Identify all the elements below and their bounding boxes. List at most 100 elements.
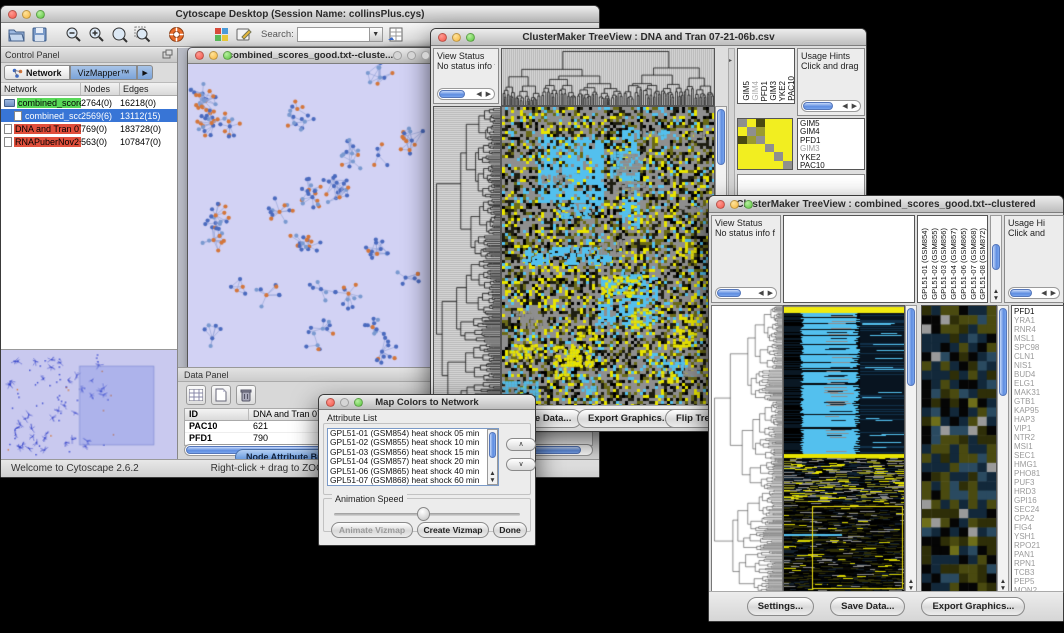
- delete-attribute-icon[interactable]: [236, 385, 256, 405]
- window-controls[interactable]: [8, 10, 45, 19]
- zoom-window-icon[interactable]: [36, 10, 45, 19]
- matrix-cell[interactable]: [747, 127, 756, 135]
- tab-overflow-arrow[interactable]: ▶: [137, 65, 152, 80]
- dialog-button-done[interactable]: Done: [493, 522, 527, 538]
- dialog-button-create-vizmap[interactable]: Create Vizmap: [417, 522, 489, 538]
- scroll-arrows-icon[interactable]: ◀ ▶: [758, 289, 776, 297]
- tv1-column-dendrogram[interactable]: [501, 48, 715, 106]
- birds-eye-view[interactable]: [1, 350, 177, 459]
- matrix-cell[interactable]: [738, 119, 747, 127]
- tv2-row-dendrogram[interactable]: [711, 305, 783, 593]
- close-icon[interactable]: [326, 398, 335, 407]
- matrix-cell[interactable]: [738, 136, 747, 144]
- matrix-cell[interactable]: [765, 136, 774, 144]
- matrix-cell[interactable]: [783, 136, 792, 144]
- matrix-cell[interactable]: [738, 161, 747, 169]
- main-titlebar[interactable]: Cytoscape Desktop (Session Name: collins…: [1, 6, 599, 23]
- import-table-icon[interactable]: [386, 25, 406, 45]
- save-icon[interactable]: [29, 25, 49, 45]
- matrix-cell[interactable]: [756, 144, 765, 152]
- minimize-icon[interactable]: [452, 33, 461, 42]
- attribute-list-item[interactable]: GPL51-07 (GSM868) heat shock 60 min: [328, 476, 498, 485]
- close-icon[interactable]: [438, 33, 447, 42]
- matrix-cell[interactable]: [738, 144, 747, 152]
- matrix-cell[interactable]: [774, 119, 783, 127]
- matrix-cell[interactable]: [765, 144, 774, 152]
- animation-speed-slider[interactable]: [334, 513, 520, 516]
- zoom-window-icon[interactable]: [466, 33, 475, 42]
- matrix-cell[interactable]: [765, 127, 774, 135]
- minimize-icon[interactable]: [340, 398, 349, 407]
- move-up-button[interactable]: ∧: [506, 438, 536, 451]
- matrix-cell[interactable]: [774, 144, 783, 152]
- tv2-zoom-heatmap[interactable]: [921, 305, 997, 593]
- close-icon[interactable]: [393, 51, 402, 60]
- close-icon[interactable]: [195, 51, 204, 60]
- close-icon[interactable]: [8, 10, 17, 19]
- attribute-list[interactable]: GPL51-01 (GSM854) heat shock 05 minGPL51…: [327, 428, 499, 486]
- minimize-icon[interactable]: [730, 200, 739, 209]
- vizmapper-icon[interactable]: [211, 25, 231, 45]
- matrix-cell[interactable]: [738, 127, 747, 135]
- zoom-fit-icon[interactable]: [109, 25, 129, 45]
- tv1-status-hscrollbar[interactable]: ◀ ▶: [437, 88, 495, 100]
- tv2-column-labels[interactable]: GPL51-01 (GSM854)GPL51-02 (GSM855)GPL51-…: [917, 215, 988, 303]
- dialog-titlebar[interactable]: Map Colors to Network: [319, 395, 535, 410]
- tv2-button-2[interactable]: Export Graphics...: [921, 597, 1025, 616]
- tv2-heatmap[interactable]: [783, 305, 905, 593]
- matrix-cell[interactable]: [765, 161, 774, 169]
- matrix-cell[interactable]: [774, 152, 783, 160]
- matrix-cell[interactable]: [783, 144, 792, 152]
- search-input[interactable]: ▼: [297, 27, 383, 42]
- scroll-arrows-icon[interactable]: ◀ ▶: [476, 90, 494, 98]
- minimize-icon[interactable]: [209, 51, 218, 60]
- tab-network[interactable]: Network: [4, 65, 70, 80]
- matrix-cell[interactable]: [783, 127, 792, 135]
- minimize-icon[interactable]: [22, 10, 31, 19]
- matrix-cell[interactable]: [738, 152, 747, 160]
- matrix-cell[interactable]: [756, 127, 765, 135]
- annotation-icon[interactable]: [234, 25, 254, 45]
- new-attribute-icon[interactable]: [211, 385, 231, 405]
- zoom-out-icon[interactable]: [63, 25, 83, 45]
- tv2-column-dendrogram[interactable]: [783, 215, 915, 303]
- network-tree-row[interactable]: RNAPuberNov2+563(0)107847(0): [1, 135, 177, 148]
- zoom-in-icon[interactable]: [86, 25, 106, 45]
- matrix-cell[interactable]: [756, 119, 765, 127]
- matrix-cell[interactable]: [765, 152, 774, 160]
- tv2-row-labels[interactable]: PFD1YRA1RNR4MSL1SPC98CLN1NIS1BUD4ELG1MAK…: [1011, 305, 1064, 593]
- tv1-titlebar[interactable]: ClusterMaker TreeView : DNA and Tran 07-…: [431, 29, 866, 46]
- matrix-cell[interactable]: [747, 161, 756, 169]
- scroll-arrows-icon[interactable]: ◀ ▶: [842, 102, 860, 110]
- slider-thumb[interactable]: [417, 507, 430, 521]
- close-icon[interactable]: [716, 200, 725, 209]
- zoom-window-icon[interactable]: [421, 51, 430, 60]
- network-table-header[interactable]: Network Nodes Edges: [1, 83, 177, 96]
- matrix-cell[interactable]: [747, 136, 756, 144]
- matrix-cell[interactable]: [783, 161, 792, 169]
- tv2-zoom-vscrollbar[interactable]: ▲▼: [997, 305, 1009, 593]
- help-icon[interactable]: [166, 25, 186, 45]
- tv2-labels-vscrollbar[interactable]: ▲▼: [990, 215, 1002, 303]
- tv1-row-dendrogram[interactable]: [433, 106, 501, 409]
- matrix-cell[interactable]: [774, 161, 783, 169]
- tv2-button-0[interactable]: Settings...: [747, 597, 814, 616]
- matrix-cell[interactable]: [747, 152, 756, 160]
- tv1-heatmap[interactable]: [501, 106, 715, 409]
- tv2-hints-hscrollbar[interactable]: ◀ ▶: [1008, 287, 1060, 299]
- zoom-selected-icon[interactable]: [132, 25, 152, 45]
- float-panel-icon[interactable]: [162, 49, 173, 61]
- network-view-canvas[interactable]: [188, 64, 433, 371]
- matrix-cell[interactable]: [756, 161, 765, 169]
- network-tree-row[interactable]: DNA and Tran 07769(0)183728(0): [1, 122, 177, 135]
- matrix-cell[interactable]: [756, 136, 765, 144]
- tab-vizmapper[interactable]: VizMapper™: [70, 65, 138, 80]
- tv2-heatmap-vscrollbar[interactable]: ▲▼: [905, 305, 917, 593]
- open-file-icon[interactable]: [6, 25, 26, 45]
- network-tree-row[interactable]: combined_sco2569(6)13112(15): [1, 109, 177, 122]
- scroll-arrows-icon[interactable]: ◀ ▶: [1041, 289, 1059, 297]
- tv1-hints-hscrollbar[interactable]: ◀ ▶: [801, 100, 861, 112]
- matrix-cell[interactable]: [747, 144, 756, 152]
- zoom-window-icon[interactable]: [354, 398, 363, 407]
- minimize-icon[interactable]: [407, 51, 416, 60]
